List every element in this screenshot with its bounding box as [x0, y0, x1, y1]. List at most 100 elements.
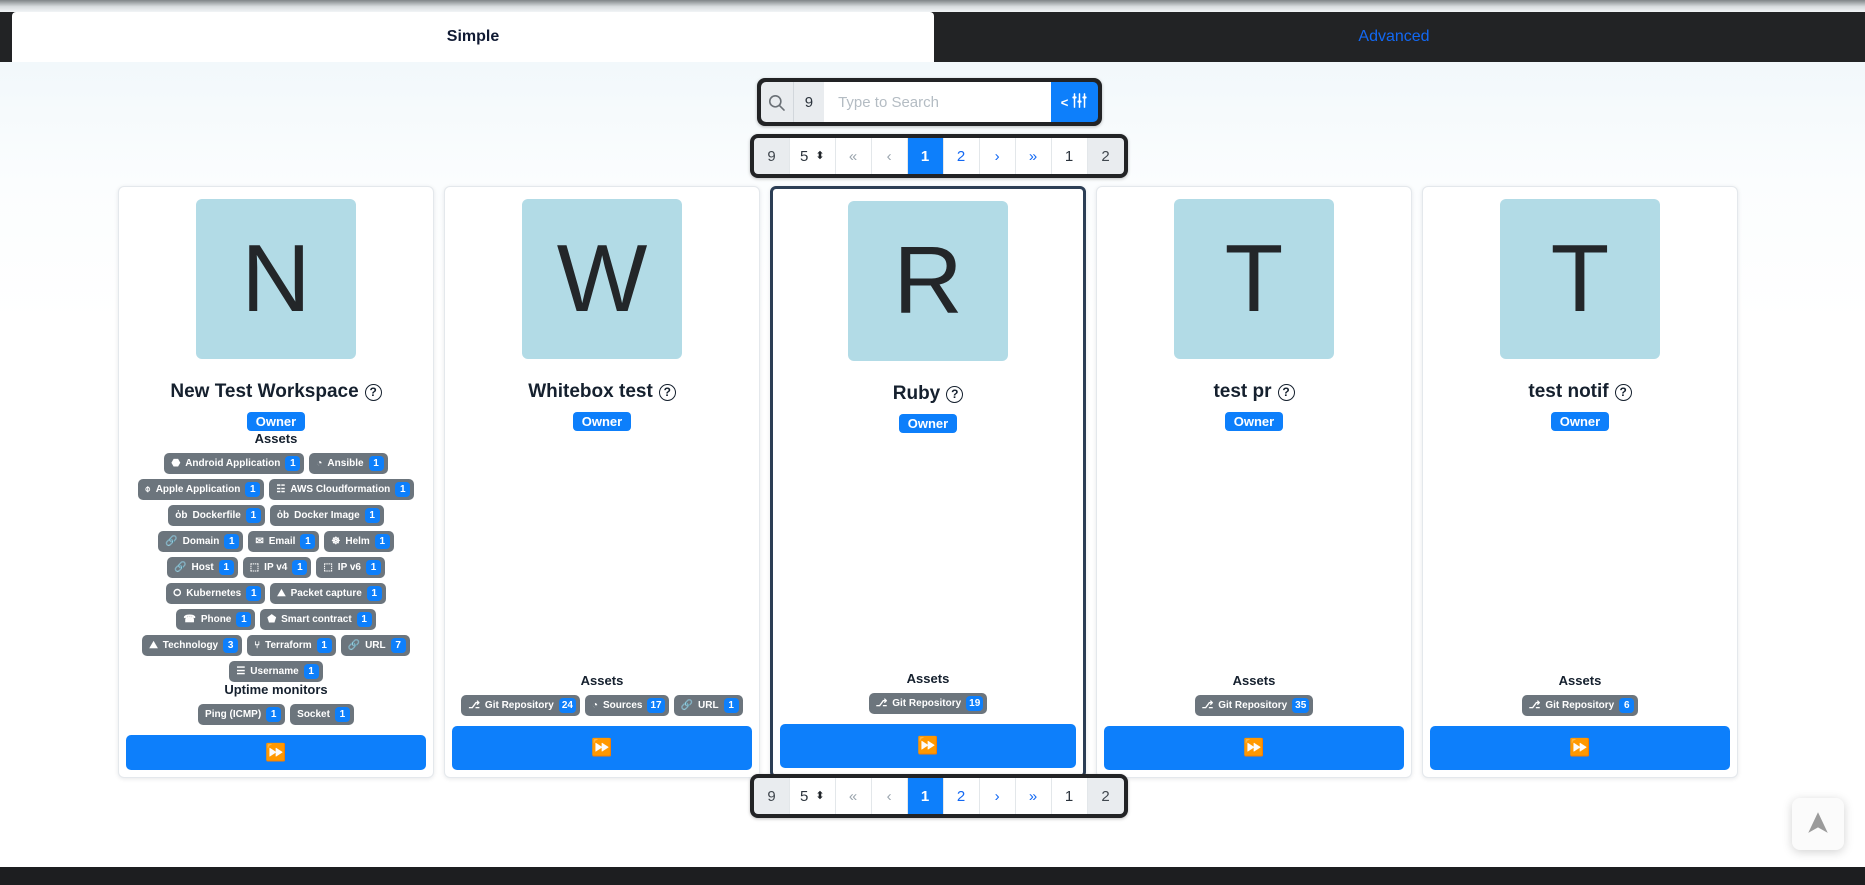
workspace-card[interactable]: Ttest pr? Owner Assets ⎇ Git Repository 35 ⏩: [1096, 186, 1412, 778]
asset-tag[interactable]: ☎ Phone 1: [176, 609, 256, 630]
workspace-card[interactable]: W Whitebox test? Owner Assets ⎇ Git Repositor…: [444, 186, 760, 778]
pagination-page-2[interactable]: 2: [943, 778, 980, 814]
filter-toggle-button[interactable]: <: [1051, 82, 1098, 122]
pagination-total: 9: [754, 138, 790, 174]
page-size-select[interactable]: 5 ⬍: [790, 778, 836, 814]
asset-tag[interactable]: ⛰ Technology 3: [142, 635, 243, 656]
asset-tag-count: 17: [647, 698, 665, 713]
open-workspace-button[interactable]: ⏩: [452, 726, 752, 770]
open-workspace-button[interactable]: ⏩: [1104, 726, 1404, 770]
help-icon[interactable]: ?: [364, 383, 382, 401]
technology-icon: ⛰: [149, 639, 158, 651]
window-bottom-bar: [0, 867, 1865, 885]
workspace-name: Ruby?: [893, 383, 964, 405]
asset-tag[interactable]: ⬟ Smart contract 1: [260, 609, 376, 630]
asset-tag[interactable]: Ping (ICMP) 1: [198, 704, 286, 725]
asset-tag[interactable]: ⎇ Git Repository 35: [1194, 695, 1314, 716]
asset-tag[interactable]: ⭘ Kubernetes 1: [166, 583, 266, 604]
asset-tag[interactable]: ⎇ Git Repository 19: [868, 693, 988, 714]
open-workspace-button[interactable]: ⏩: [780, 724, 1076, 768]
pagination-prev[interactable]: ‹: [871, 778, 908, 814]
asset-tag-count: 1: [224, 534, 240, 549]
pagination-page-1[interactable]: 1: [907, 778, 944, 814]
pagination-total-pages: 2: [1087, 778, 1124, 814]
helm-icon: ☸: [331, 535, 341, 547]
asset-tag-label: Apple Application: [155, 484, 241, 495]
workspace-card[interactable]: R Ruby? Owner Assets ⎇ Git Repository 19 ⏩: [770, 186, 1086, 778]
asset-tag-label: Socket: [297, 709, 330, 720]
aws-icon: ☷: [276, 483, 286, 495]
asset-tag[interactable]: 🔗 URL 7: [340, 635, 410, 656]
git-icon: ⎇: [468, 699, 480, 711]
asset-tag[interactable]: ☰ Username 1: [229, 661, 323, 682]
scroll-to-top-button[interactable]: [1792, 798, 1844, 850]
asset-tag[interactable]: ⬚ IP v4 1: [242, 557, 312, 578]
tab-bar: Simple Advanced: [0, 12, 1865, 62]
asset-tag-label: Phone: [200, 614, 232, 625]
git-icon: ⎇: [1528, 699, 1541, 711]
asset-tag[interactable]: ⑂ Terraform 1: [247, 635, 336, 656]
asset-tag[interactable]: ὀb Dockerfile 1: [168, 505, 265, 526]
asset-tag[interactable]: ⬚ IP v6 1: [316, 557, 385, 578]
help-icon[interactable]: ?: [1614, 383, 1632, 401]
asset-tag[interactable]: ◔ Sources 17: [584, 695, 669, 716]
asset-tag[interactable]: ☸ Helm 1: [324, 531, 394, 552]
workspace-name-label: New Test Workspace: [170, 381, 359, 402]
fast-forward-icon: ⏩: [1243, 738, 1265, 757]
arrow-up-icon: [1805, 809, 1831, 840]
asset-tag[interactable]: ⛰ Packet capture 1: [270, 583, 386, 604]
pagination-page-2[interactable]: 2: [943, 138, 980, 174]
assets-section-title: Assets: [1558, 673, 1602, 688]
asset-tag-count: 1: [374, 534, 390, 549]
asset-tag[interactable]: ⎇ Git Repository 6: [1521, 695, 1639, 716]
pagination-page-1[interactable]: 1: [907, 138, 944, 174]
open-workspace-button[interactable]: ⏩: [126, 735, 426, 770]
asset-tag[interactable]: ⌽ Apple Application 1: [137, 479, 265, 500]
asset-tag[interactable]: 🔗 Host 1: [167, 557, 238, 578]
asset-tag[interactable]: ⎇ Git Repository 24: [461, 695, 580, 716]
pagination-next[interactable]: ›: [979, 778, 1016, 814]
asset-tag-count: 24: [558, 698, 576, 713]
asset-tag[interactable]: ✉ Email 1: [248, 531, 320, 552]
asset-tag[interactable]: ◔ Ansible 1: [309, 453, 388, 474]
help-icon[interactable]: ?: [1277, 383, 1295, 401]
asset-tag-label: Email: [268, 536, 296, 547]
workspace-card[interactable]: Ttest notif? Owner Assets ⎇ Git Repository 6 ⏩: [1422, 186, 1738, 778]
asset-tag[interactable]: 🔗 Domain 1: [158, 531, 244, 552]
pagination-last[interactable]: »: [1015, 778, 1052, 814]
assets-section: Assets ⎇ Git Repository 6: [1433, 673, 1727, 716]
pagination-next[interactable]: ›: [979, 138, 1016, 174]
page-size-select[interactable]: 5 ⬍: [790, 138, 836, 174]
asset-tag-label: Git Repository: [484, 700, 554, 711]
page-size-value: 5: [800, 787, 809, 805]
fast-forward-icon: ⏩: [1569, 738, 1591, 757]
username-icon: ☰: [236, 665, 246, 677]
tab-simple[interactable]: Simple: [12, 12, 934, 62]
fast-forward-icon: ⏩: [265, 742, 287, 762]
asset-tag-label: Username: [250, 666, 299, 677]
chevron-left-icon: <: [1060, 94, 1069, 110]
help-icon[interactable]: ?: [658, 383, 676, 401]
help-icon[interactable]: ?: [946, 385, 964, 403]
asset-tag-label: Kubernetes: [186, 588, 242, 599]
chevron-updown-icon: ⬍: [815, 789, 825, 802]
pagination-first[interactable]: «: [835, 138, 872, 174]
asset-tag[interactable]: 🔗 URL 1: [673, 695, 743, 716]
search-input[interactable]: [824, 82, 1052, 122]
asset-tag-count: 1: [365, 560, 381, 575]
asset-tag[interactable]: Socket 1: [290, 704, 354, 725]
asset-tag-label: Smart contract: [281, 614, 352, 625]
workspace-name: test pr?: [1213, 381, 1295, 403]
asset-tag-count: 1: [245, 482, 261, 497]
workspace-listing-page: Simple Advanced 9 <: [0, 0, 1865, 885]
asset-tag[interactable]: ☷ AWS Cloudformation 1: [269, 479, 415, 500]
pagination-last[interactable]: »: [1015, 138, 1052, 174]
workspace-card[interactable]: N New Test Workspace? Owner Assets ⬣ Android …: [118, 186, 434, 778]
tab-advanced[interactable]: Advanced: [934, 12, 1854, 62]
open-workspace-button[interactable]: ⏩: [1430, 726, 1730, 770]
workspace-card-body: N New Test Workspace? Owner Assets ⬣ Android …: [119, 187, 433, 735]
pagination-first[interactable]: «: [835, 778, 872, 814]
asset-tag[interactable]: ⬣ Android Application 1: [164, 453, 305, 474]
pagination-prev[interactable]: ‹: [871, 138, 908, 174]
asset-tag[interactable]: ὀb Docker Image 1: [269, 505, 384, 526]
